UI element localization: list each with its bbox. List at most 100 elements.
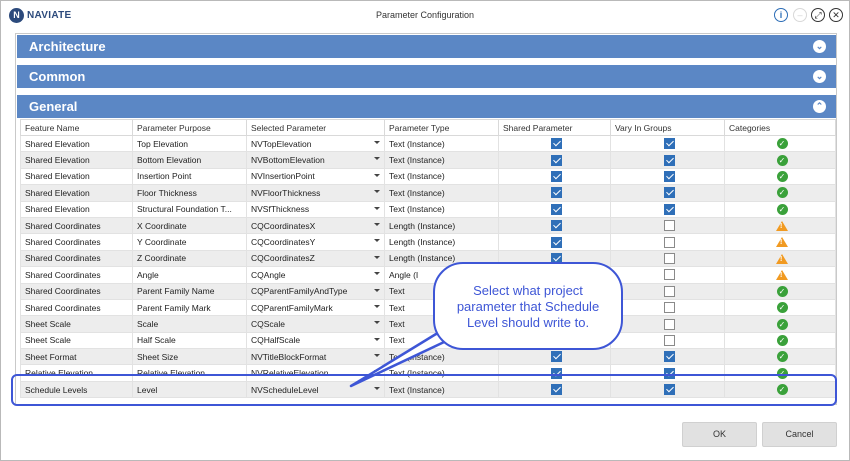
cell-shared-parameter[interactable] — [498, 151, 611, 169]
cell-shared-parameter[interactable] — [498, 184, 611, 202]
cell-categories[interactable]: ✓ — [724, 331, 836, 350]
cell-categories[interactable]: ! — [724, 233, 836, 251]
cell-vary-in-groups[interactable] — [610, 348, 725, 366]
cell-categories[interactable]: ✓ — [724, 151, 836, 169]
cell-parameter-purpose[interactable]: X Coordinate — [132, 216, 247, 235]
cell-vary-in-groups[interactable] — [610, 134, 725, 153]
shared-parameter-checkbox[interactable] — [551, 203, 562, 215]
shared-parameter-checkbox[interactable] — [551, 236, 562, 248]
column-header-parameter-type[interactable]: Parameter Type — [384, 119, 499, 136]
selected-parameter-dropdown[interactable]: NVSfThickness — [246, 200, 385, 218]
info-icon[interactable]: i — [774, 8, 788, 22]
table-row[interactable]: Shared Coordinates Parent Family Name CQPa… — [20, 282, 836, 300]
cell-feature-name[interactable]: Shared Coordinates — [20, 266, 133, 284]
cell-shared-parameter[interactable] — [498, 216, 611, 235]
dropdown-arrow-icon[interactable] — [374, 288, 380, 292]
dropdown-arrow-icon[interactable] — [374, 272, 380, 276]
check-circle-icon[interactable]: ✓ — [776, 187, 788, 199]
cell-feature-name[interactable]: Shared Coordinates — [20, 249, 133, 268]
vary-in-groups-checkbox[interactable] — [664, 335, 675, 346]
cell-parameter-purpose[interactable]: Angle — [132, 266, 247, 284]
cell-vary-in-groups[interactable] — [610, 184, 725, 202]
cell-vary-in-groups[interactable] — [610, 200, 725, 218]
selected-parameter-dropdown[interactable]: NVTopElevation — [246, 134, 385, 153]
cell-shared-parameter[interactable] — [498, 348, 611, 366]
cell-feature-name[interactable]: Shared Elevation — [20, 151, 133, 169]
table-row[interactable]: Shared Elevation Insertion Point NVInserti… — [20, 167, 836, 186]
cell-vary-in-groups[interactable] — [610, 315, 725, 333]
check-circle-icon[interactable]: ✓ — [776, 351, 788, 363]
cell-categories[interactable]: ✓ — [724, 282, 836, 300]
check-circle-icon[interactable]: ✓ — [776, 285, 788, 297]
vary-in-groups-checkbox[interactable] — [664, 285, 675, 297]
vary-in-groups-checkbox[interactable] — [664, 269, 675, 281]
warning-icon[interactable]: ! — [776, 270, 788, 281]
chevron-down-icon[interactable]: ⌄ — [813, 40, 826, 53]
warning-icon[interactable]: ! — [776, 253, 788, 264]
cancel-button[interactable]: Cancel — [762, 422, 837, 447]
cell-parameter-type[interactable]: Text (Instance) — [384, 151, 499, 169]
close-icon[interactable]: ✕ — [829, 8, 843, 22]
cell-feature-name[interactable]: Sheet Format — [20, 348, 133, 366]
table-row[interactable]: Shared Elevation Floor Thickness NVFloorTh… — [20, 184, 836, 202]
selected-parameter-dropdown[interactable]: NVFloorThickness — [246, 184, 385, 202]
cell-vary-in-groups[interactable] — [610, 233, 725, 251]
dropdown-arrow-icon[interactable] — [374, 173, 380, 177]
cell-vary-in-groups[interactable] — [610, 249, 725, 268]
dropdown-arrow-icon[interactable] — [374, 157, 380, 161]
cell-parameter-purpose[interactable]: Z Coordinate — [132, 249, 247, 268]
cell-categories[interactable]: ✓ — [724, 348, 836, 366]
cell-feature-name[interactable]: Shared Coordinates — [20, 298, 133, 317]
dropdown-arrow-icon[interactable] — [374, 141, 380, 144]
table-row[interactable]: Shared Coordinates Y Coordinate CQCoordina… — [20, 233, 836, 251]
vary-in-groups-checkbox[interactable] — [664, 318, 675, 330]
vary-in-groups-checkbox[interactable] — [664, 138, 675, 150]
cell-vary-in-groups[interactable] — [610, 282, 725, 300]
cell-feature-name[interactable]: Sheet Scale — [20, 315, 133, 333]
selected-parameter-dropdown[interactable]: CQParentFamilyAndType — [246, 282, 385, 300]
vary-in-groups-checkbox[interactable] — [664, 302, 675, 314]
cell-feature-name[interactable]: Shared Elevation — [20, 167, 133, 186]
column-header-parameter-purpose[interactable]: Parameter Purpose — [132, 119, 247, 136]
cell-categories[interactable]: ! — [724, 216, 836, 235]
cell-parameter-purpose[interactable]: Half Scale — [132, 331, 247, 350]
vary-in-groups-checkbox[interactable] — [664, 203, 675, 215]
cell-categories[interactable]: ! — [724, 266, 836, 284]
cell-categories[interactable]: ✓ — [724, 184, 836, 202]
cell-parameter-type[interactable]: Text (Instance) — [384, 200, 499, 218]
cell-categories[interactable]: ✓ — [724, 167, 836, 186]
cell-feature-name[interactable]: Shared Coordinates — [20, 282, 133, 300]
warning-icon[interactable]: ! — [776, 221, 788, 232]
chevron-down-icon[interactable]: ⌄ — [813, 70, 826, 83]
cell-parameter-purpose[interactable]: Scale — [132, 315, 247, 333]
section-general[interactable]: General ⌃ — [17, 95, 836, 118]
dropdown-arrow-icon[interactable] — [374, 255, 380, 259]
cell-feature-name[interactable]: Shared Coordinates — [20, 233, 133, 251]
shared-parameter-checkbox[interactable] — [551, 187, 562, 199]
check-circle-icon[interactable]: ✓ — [776, 335, 788, 346]
cell-shared-parameter[interactable] — [498, 134, 611, 153]
table-row[interactable]: Shared Elevation Bottom Elevation NVBottom… — [20, 151, 836, 169]
column-header-shared-parameter[interactable]: Shared Parameter — [498, 119, 611, 136]
section-common[interactable]: Common ⌄ — [17, 65, 836, 88]
table-row[interactable]: Shared Coordinates X Coordinate CQCoordina… — [20, 216, 836, 235]
section-architecture[interactable]: Architecture ⌄ — [17, 35, 836, 58]
cell-parameter-purpose[interactable]: Insertion Point — [132, 167, 247, 186]
column-header-vary-in-groups[interactable]: Vary In Groups — [610, 119, 725, 136]
cell-categories[interactable]: ✓ — [724, 315, 836, 333]
table-row[interactable]: Shared Coordinates Z Coordinate CQCoordina… — [20, 249, 836, 268]
cell-feature-name[interactable]: Shared Elevation — [20, 134, 133, 153]
dropdown-arrow-icon[interactable] — [374, 239, 380, 243]
column-header-feature-name[interactable]: Feature Name — [20, 119, 133, 136]
dropdown-arrow-icon[interactable] — [374, 206, 380, 210]
cell-parameter-purpose[interactable]: Sheet Size — [132, 348, 247, 366]
cell-parameter-purpose[interactable]: Bottom Elevation — [132, 151, 247, 169]
dropdown-arrow-icon[interactable] — [374, 304, 380, 308]
vary-in-groups-checkbox[interactable] — [664, 253, 675, 265]
cell-parameter-type[interactable]: Length (Instance) — [384, 216, 499, 235]
table-row[interactable]: Shared Elevation Structural Foundation T.… — [20, 200, 836, 218]
vary-in-groups-checkbox[interactable] — [664, 351, 675, 363]
cell-shared-parameter[interactable] — [498, 233, 611, 251]
check-circle-icon[interactable]: ✓ — [776, 302, 788, 314]
cell-parameter-type[interactable]: Text (Instance) — [384, 134, 499, 153]
